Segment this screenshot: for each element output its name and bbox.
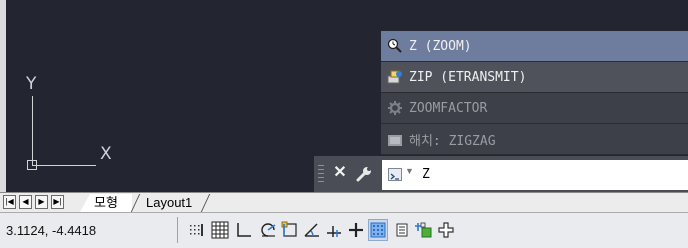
ucs-x-axis	[32, 165, 96, 166]
autocomplete-item-label: Z (ZOOM)	[409, 38, 472, 54]
autocomplete-item-label: ZOOMFACTOR	[409, 100, 488, 116]
autocomplete-item-label: 해치: ZIGZAG	[409, 133, 496, 149]
polar-tracking-icon[interactable]	[258, 219, 278, 241]
ucs-icon: Y X	[22, 74, 132, 174]
chevron-down-icon[interactable]: ▼	[405, 166, 414, 176]
layout-tab-bar: |◀ ◀ ▶ ▶| 모형 Layout1	[0, 192, 688, 212]
first-tab-button[interactable]: |◀	[3, 195, 16, 209]
hatch-pattern-icon	[387, 131, 403, 147]
canvas-left-edge	[0, 0, 6, 192]
drag-grip-handle[interactable]	[318, 163, 324, 185]
next-tab-button[interactable]: ▶	[35, 195, 48, 209]
command-input[interactable]: ▼ Z	[382, 160, 688, 190]
autocomplete-item[interactable]: ZIP (ETRANSMIT)	[381, 62, 688, 93]
previous-tab-button[interactable]: ◀	[19, 195, 32, 209]
status-bar: 3.1124, -4.4418	[0, 212, 688, 248]
autocomplete-item[interactable]: ZOOMFACTOR	[381, 93, 688, 124]
autocomplete-item-label: ZIP (ETRANSMIT)	[409, 69, 527, 85]
quick-properties-icon[interactable]	[392, 219, 412, 241]
lineweight-icon[interactable]	[368, 219, 388, 241]
last-tab-button[interactable]: ▶|	[51, 195, 64, 209]
ucs-origin-box	[27, 160, 37, 170]
ucs-y-label: Y	[26, 74, 37, 94]
dynamic-input-icon[interactable]	[346, 219, 366, 241]
status-divider	[177, 217, 178, 243]
ortho-mode-icon[interactable]	[234, 219, 254, 241]
command-line: ✕ ▼ Z	[314, 156, 688, 192]
snap-mode-icon[interactable]	[186, 219, 206, 241]
wrench-icon[interactable]	[354, 164, 374, 184]
grid-display-icon[interactable]	[210, 219, 230, 241]
tab-model[interactable]: 모형	[80, 194, 132, 212]
object-snap-tracking-icon[interactable]	[302, 219, 322, 241]
ucs-x-label: X	[100, 144, 112, 164]
autocomplete-item[interactable]: 해치: ZIGZAG	[381, 124, 688, 155]
command-input-text: Z	[422, 167, 430, 182]
ucs-y-axis	[32, 96, 33, 166]
object-snap-icon[interactable]	[280, 219, 300, 241]
tab-layout1[interactable]: Layout1	[134, 194, 210, 212]
autocomplete-item[interactable]: Z (ZOOM)	[381, 31, 688, 62]
dynamic-ucs-icon[interactable]	[324, 219, 344, 241]
zoom-icon	[387, 38, 403, 54]
cursor-coordinates[interactable]: 3.1124, -4.4418	[6, 223, 96, 238]
command-autocomplete-list: Z (ZOOM) ZIP (ETRANSMIT) ZOOMFACTOR 해치: …	[381, 31, 688, 155]
close-command-line-button[interactable]: ✕	[332, 162, 348, 184]
selection-cycling-icon[interactable]	[414, 219, 434, 241]
etransmit-icon	[387, 69, 403, 85]
annotation-monitor-icon[interactable]	[436, 219, 456, 241]
command-prompt-icon[interactable]	[388, 168, 402, 181]
system-variable-gear-icon	[387, 100, 403, 116]
